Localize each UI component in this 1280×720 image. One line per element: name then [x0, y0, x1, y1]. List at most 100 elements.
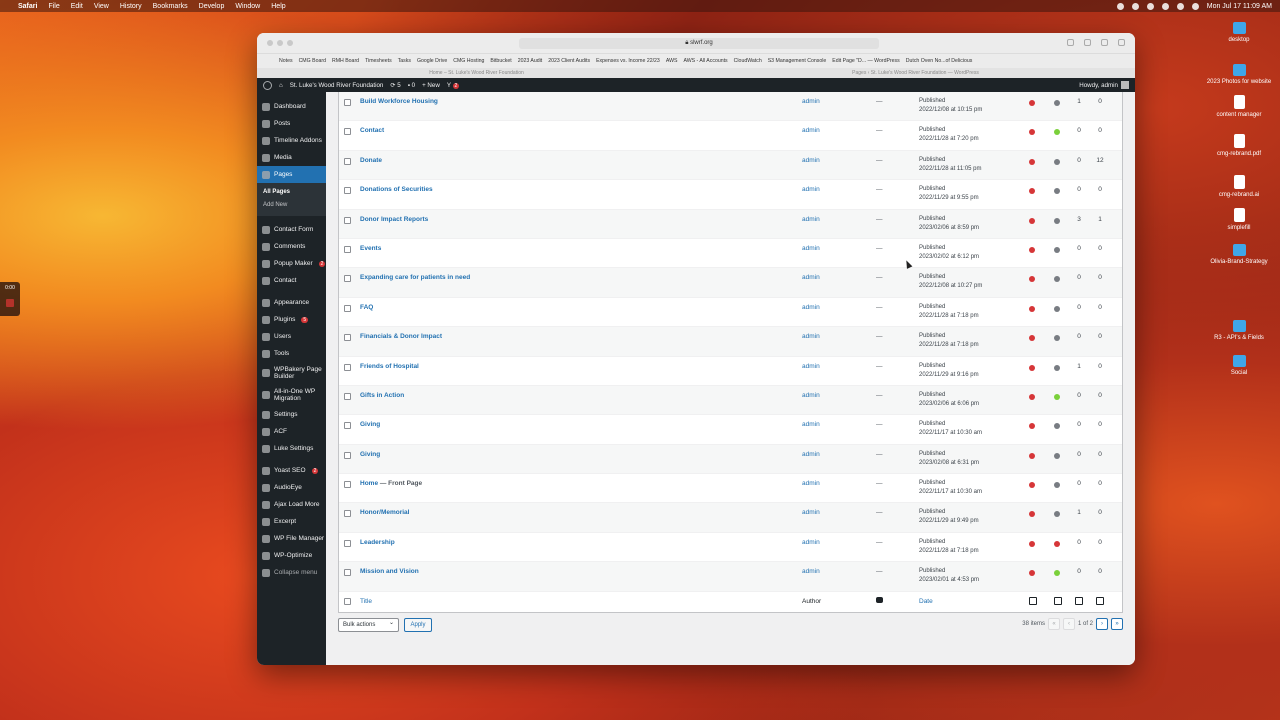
page-title-link[interactable]: Leadership	[360, 539, 395, 546]
select-all-checkbox[interactable]	[344, 597, 351, 605]
menu-item[interactable]: View	[94, 3, 109, 10]
wordpress-logo-icon[interactable]	[263, 80, 272, 90]
author-link[interactable]: admin	[802, 480, 820, 487]
author-link[interactable]: admin	[802, 274, 820, 281]
bookmark-link[interactable]: AWS	[666, 58, 678, 64]
recording-widget[interactable]: 0:00	[0, 282, 20, 316]
author-link[interactable]: admin	[802, 568, 820, 575]
row-checkbox[interactable]	[344, 481, 351, 489]
submenu-item[interactable]: All Pages	[263, 186, 326, 199]
row-checkbox[interactable]	[344, 157, 351, 165]
author-link[interactable]: admin	[802, 509, 820, 516]
page-title-link[interactable]: Friends of Hospital	[360, 363, 419, 370]
download-icon[interactable]	[1067, 39, 1074, 46]
new-content-link[interactable]: + New	[422, 82, 440, 89]
desktop-icon[interactable]: Olivia-Brand-Strategy	[1204, 244, 1274, 266]
row-checkbox[interactable]	[344, 510, 351, 518]
comments-link[interactable]: ▪ 0	[408, 82, 415, 89]
browser-tab[interactable]: Pages ‹ St. Luke's Wood River Foundation…	[696, 68, 1135, 78]
desktop-icon[interactable]: 2023 Photos for website	[1204, 64, 1274, 86]
title-column-header[interactable]: Title	[360, 598, 372, 605]
author-link[interactable]: admin	[802, 127, 820, 134]
desktop-icon[interactable]: desktop	[1204, 22, 1274, 44]
close-window-icon[interactable]	[267, 40, 273, 46]
sidebar-item-wpbakery-page-builder[interactable]: WPBakery Page Builder	[257, 362, 326, 384]
author-link[interactable]: admin	[802, 216, 820, 223]
last-page-button[interactable]: »	[1111, 617, 1123, 630]
desktop-icon[interactable]: cmg-rebrand.ai	[1204, 175, 1274, 199]
sidebar-item-settings[interactable]: Settings	[257, 406, 326, 423]
sidebar-item-acf[interactable]: ACF	[257, 423, 326, 440]
row-checkbox[interactable]	[344, 216, 351, 224]
row-checkbox[interactable]	[344, 451, 351, 459]
sidebar-item-media[interactable]: Media	[257, 149, 326, 166]
row-checkbox[interactable]	[344, 128, 351, 136]
yoast-link[interactable]: Y 2	[447, 82, 460, 89]
clock[interactable]: Mon Jul 17 11:09 AM	[1207, 3, 1272, 10]
sidebar-item-wp-optimize[interactable]: WP-Optimize	[257, 547, 326, 564]
stop-icon[interactable]	[6, 299, 14, 307]
bookmark-link[interactable]: Edit Page "D... — WordPress	[832, 58, 899, 64]
bookmark-link[interactable]: Dutch Oven No...of Delicious	[906, 58, 973, 64]
search-icon[interactable]	[1176, 2, 1184, 10]
author-link[interactable]: admin	[802, 304, 820, 311]
sidebar-item-luke-settings[interactable]: Luke Settings	[257, 440, 326, 457]
updates-link[interactable]: ⟳ 5	[390, 82, 400, 89]
control-center-icon[interactable]	[1191, 2, 1199, 10]
sidebar-item-users[interactable]: Users	[257, 328, 326, 345]
sidebar-item-contact-form[interactable]: Contact Form	[257, 221, 326, 238]
bookmark-link[interactable]: 2023 Client Audits	[548, 58, 590, 64]
address-bar[interactable]: 🔒︎ slwrf.org	[519, 38, 879, 49]
bookmark-link[interactable]: Notes	[279, 58, 293, 64]
bookmark-link[interactable]: S3 Management Console	[768, 58, 827, 64]
author-link[interactable]: admin	[802, 157, 820, 164]
bookmark-link[interactable]: Timesheets	[365, 58, 392, 64]
bookmark-link[interactable]: CMG Hosting	[453, 58, 484, 64]
sidebar-item-yoast-seo[interactable]: Yoast SEO 2	[257, 462, 326, 479]
menu-item[interactable]: Window	[235, 3, 260, 10]
page-title-link[interactable]: Expanding care for patients in need	[360, 274, 470, 281]
zoom-window-icon[interactable]	[287, 40, 293, 46]
page-title-link[interactable]: Donate	[360, 157, 382, 164]
site-name-link[interactable]: St. Luke's Wood River Foundation	[290, 82, 384, 89]
author-link[interactable]: admin	[802, 539, 820, 546]
row-checkbox[interactable]	[344, 304, 351, 312]
author-link[interactable]: admin	[802, 421, 820, 428]
date-column-header[interactable]: Date	[919, 598, 933, 605]
tab-overview-icon[interactable]	[1118, 39, 1125, 46]
sidebar-item-comments[interactable]: Comments	[257, 238, 326, 255]
bookmark-link[interactable]: AWS - All Accounts	[683, 58, 727, 64]
page-title-link[interactable]: Build Workforce Housing	[360, 98, 438, 105]
author-link[interactable]: admin	[802, 451, 820, 458]
bookmark-link[interactable]: Tasks	[398, 58, 411, 64]
sidebar-item-pages[interactable]: Pages	[257, 166, 326, 183]
author-link[interactable]: admin	[802, 98, 820, 105]
row-checkbox[interactable]	[344, 187, 351, 195]
comment-column-icon[interactable]	[876, 596, 883, 603]
sidebar-item-popup-maker[interactable]: Popup Maker 2	[257, 255, 326, 272]
bookmark-link[interactable]: CloudWatch	[734, 58, 762, 64]
incoming-links-column-icon[interactable]	[1096, 596, 1104, 605]
page-title-link[interactable]: Giving	[360, 451, 380, 458]
sidebar-item-timeline-addons[interactable]: Timeline Addons	[257, 132, 326, 149]
row-checkbox[interactable]	[344, 392, 351, 400]
menu-item[interactable]: Help	[271, 3, 285, 10]
desktop-icon[interactable]: Social	[1204, 355, 1274, 377]
row-checkbox[interactable]	[344, 363, 351, 371]
sidebar-item-excerpt[interactable]: Excerpt	[257, 513, 326, 530]
new-tab-icon[interactable]	[1101, 39, 1108, 46]
seo-column-icon[interactable]	[1029, 596, 1037, 605]
page-title-link[interactable]: Donor Impact Reports	[360, 216, 428, 223]
menu-item[interactable]: Edit	[71, 3, 83, 10]
outgoing-links-column-icon[interactable]	[1075, 596, 1083, 605]
row-checkbox[interactable]	[344, 99, 351, 106]
menu-app[interactable]: Safari	[18, 3, 37, 10]
bulk-actions-select[interactable]: Bulk actions	[338, 617, 399, 632]
sidebar-item-collapse-menu[interactable]: Collapse menu	[257, 564, 326, 581]
sidebar-item-posts[interactable]: Posts	[257, 115, 326, 132]
row-checkbox[interactable]	[344, 539, 351, 547]
desktop-icon[interactable]: content manager	[1204, 95, 1274, 119]
row-checkbox[interactable]	[344, 422, 351, 430]
author-link[interactable]: admin	[802, 363, 820, 370]
bookmark-link[interactable]: Expenses vs. Income 22/23	[596, 58, 660, 64]
